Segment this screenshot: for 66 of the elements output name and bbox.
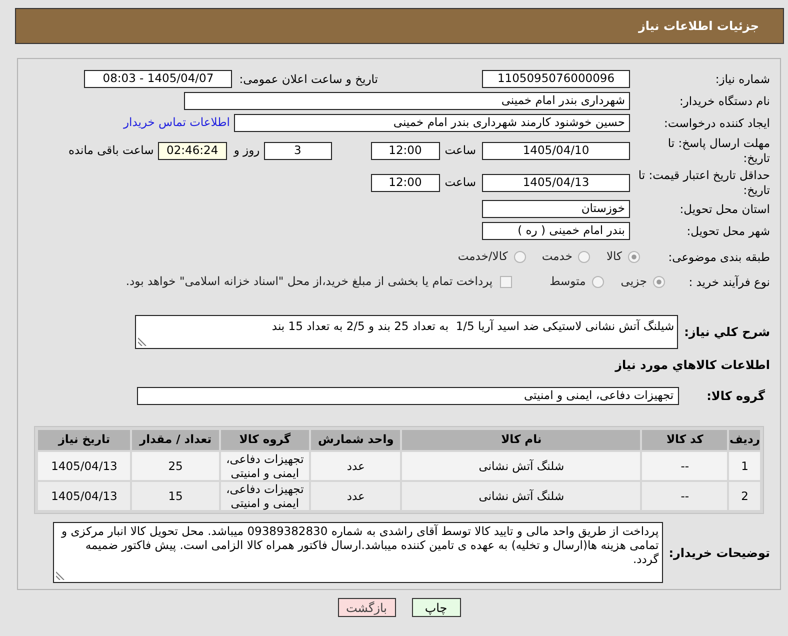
column-header: تعداد / مقدار bbox=[132, 430, 219, 450]
column-header: گروه کالا bbox=[220, 430, 310, 450]
field-label: ایجاد کننده درخواست: bbox=[663, 116, 770, 130]
field-label: نوع فرآیند خرید : bbox=[688, 274, 770, 290]
goods-group-label: گروه کالا: bbox=[706, 388, 766, 405]
field-label: تاریخ و ساعت اعلان عمومی: bbox=[239, 72, 378, 86]
column-header: واحد شمارش bbox=[311, 430, 400, 450]
field-label: شهر محل تحویل: bbox=[686, 224, 770, 238]
column-header: کد کالا bbox=[642, 430, 728, 450]
buyer-notes-textarea[interactable]: پرداخت از طریق واحد مالی و تایید کالا توسط آقای راشدی به شماره 09389382830 میباشد. محل تحویل کالا انبار مرکزی و تمامی هزینه ها(ارسال و تخلیه) به عهده ی تامین کننده میباشد.ارسال فاکتور همراه کالا الزامی است. پیش فاکتور ضمیمه گردد. bbox=[53, 522, 663, 583]
table-cell: -- bbox=[642, 482, 728, 510]
time-remaining-field[interactable]: 02:46:24 bbox=[158, 142, 227, 160]
city-field[interactable]: بندر امام خمینی ( ره ) bbox=[482, 222, 630, 240]
announcement-date-field[interactable]: 1405/04/07 - 08:03 bbox=[84, 70, 232, 88]
field-label: ساعت باقی مانده bbox=[68, 143, 154, 158]
description-textarea[interactable]: شیلنگ آتش نشانی لاستیکی ضد اسید آریا 1/5 به تعداد 25 بند و 2/5 به تعداد 15 بند bbox=[135, 315, 678, 349]
column-header: تاریخ نیاز bbox=[38, 430, 130, 450]
page-title: جزئیات اطلاعات نیاز bbox=[638, 18, 759, 35]
days-remaining-field[interactable]: 3 bbox=[264, 142, 332, 160]
table-cell: تجهیزات دفاعی، ایمنی و امنیتی bbox=[220, 452, 310, 480]
radio-option[interactable]: کالا bbox=[606, 248, 640, 266]
deadline-date-field[interactable]: 1405/04/10 bbox=[482, 142, 630, 160]
resize-grip-icon[interactable] bbox=[138, 337, 147, 346]
section-heading: اطلاعات کالاهاي مورد نياز bbox=[615, 357, 770, 374]
province-field[interactable]: خوزستان bbox=[482, 200, 630, 218]
field-label: مهلت ارسال پاسخ: تا تاریخ: bbox=[666, 136, 770, 166]
treasury-checkbox-option[interactable]: پرداخت تمام یا بخشی از مبلغ خرید،از محل "اسناد خزانه اسلامی" خواهد بود. bbox=[126, 273, 512, 291]
field-label: ساعت bbox=[444, 143, 476, 158]
table-cell: عدد bbox=[311, 452, 400, 480]
table-cell: 15 bbox=[132, 482, 219, 510]
radio-option[interactable]: متوسط bbox=[550, 273, 604, 291]
requester-field[interactable]: حسین خوشنود کارمند شهرداری بندر امام خمینی bbox=[234, 114, 630, 132]
resize-grip-icon[interactable] bbox=[56, 571, 65, 580]
radio-option[interactable]: کالا/خدمت bbox=[458, 248, 526, 266]
table-cell: 2 bbox=[729, 482, 760, 510]
description-label: شرح کلي نیاز: bbox=[684, 324, 770, 341]
validity-date-field[interactable]: 1405/04/13 bbox=[482, 174, 630, 192]
radio-option[interactable]: جزیی bbox=[620, 273, 665, 291]
table-cell: تجهیزات دفاعی، ایمنی و امنیتی bbox=[220, 482, 310, 510]
table-cell: شلنگ آتش نشانی bbox=[402, 482, 640, 510]
table-cell: 1405/04/13 bbox=[38, 482, 130, 510]
field-label: شماره نیاز: bbox=[714, 72, 770, 86]
back-button[interactable]: بازگشت bbox=[338, 598, 396, 617]
radio-option[interactable]: خدمت bbox=[542, 248, 590, 266]
print-button[interactable]: چاپ bbox=[412, 598, 460, 617]
validity-time-field[interactable]: 12:00 bbox=[370, 174, 440, 192]
table-cell: 25 bbox=[132, 452, 219, 480]
table-cell: شلنگ آتش نشانی bbox=[402, 452, 640, 480]
buyer-contact-link[interactable]: اطلاعات تماس خریدار bbox=[123, 114, 230, 132]
column-header: ردیف bbox=[729, 430, 760, 450]
field-label: حداقل تاریخ اعتبار قیمت: تا تاریخ: bbox=[638, 168, 770, 198]
field-label: ساعت bbox=[444, 175, 476, 190]
field-label: نام دستگاه خریدار: bbox=[678, 94, 770, 108]
field-label: روز و bbox=[234, 143, 260, 158]
table-cell: 1405/04/13 bbox=[38, 452, 130, 480]
field-label: طبقه بندی موضوعی: bbox=[667, 250, 770, 264]
field-label: استان محل تحویل: bbox=[678, 202, 770, 216]
buyer-organization-field[interactable]: شهرداری بندر امام خمینی bbox=[184, 92, 630, 110]
need-number-field[interactable]: 1105095076000096 bbox=[482, 70, 630, 88]
table-cell: 1 bbox=[729, 452, 760, 480]
goods-group-field[interactable]: تجهیزات دفاعی، ایمنی و امنیتی bbox=[137, 387, 679, 405]
table-cell: عدد bbox=[311, 482, 400, 510]
buyer-notes-label: توضیحات خریدار: bbox=[668, 544, 770, 562]
column-header: نام کالا bbox=[402, 430, 640, 450]
deadline-time-field[interactable]: 12:00 bbox=[370, 142, 440, 160]
table-cell: -- bbox=[642, 452, 728, 480]
